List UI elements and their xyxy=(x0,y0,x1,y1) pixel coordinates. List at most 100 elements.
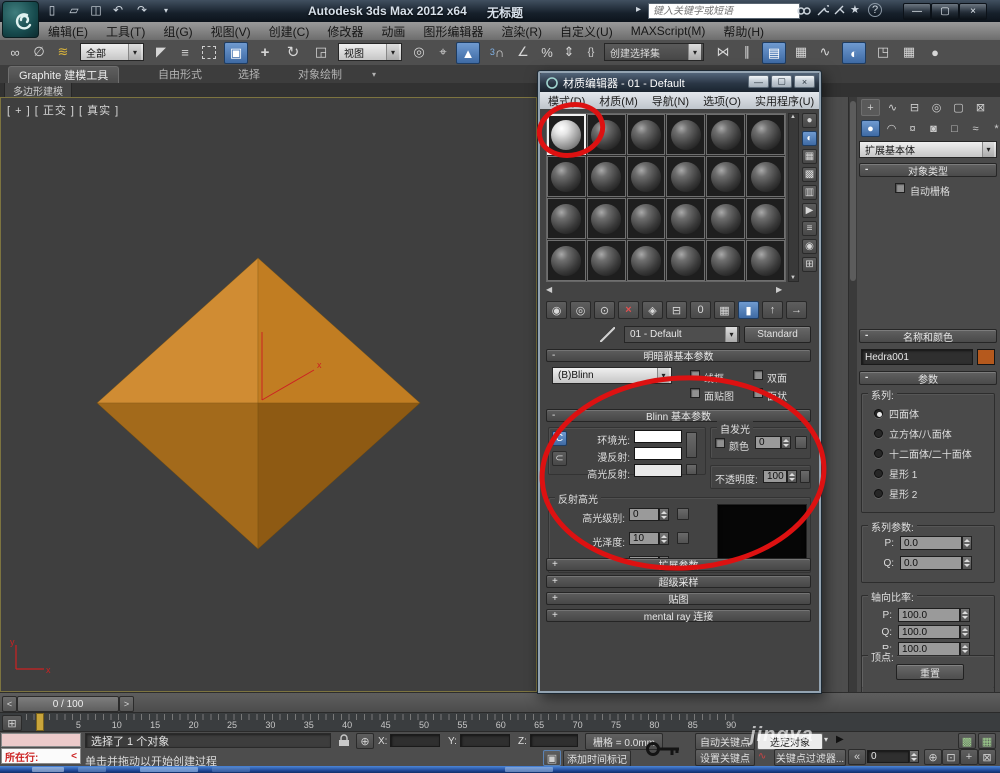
diffuse-color-swatch[interactable] xyxy=(634,447,682,460)
current-frame-marker[interactable] xyxy=(36,713,44,731)
faceted-checkbox[interactable] xyxy=(753,388,763,398)
collapsed-rollout[interactable]: +超级采样 xyxy=(546,575,811,588)
rollout-blinn-basic-params[interactable]: -Blinn 基本参数 xyxy=(546,409,811,422)
material-sample-slot[interactable] xyxy=(587,240,626,281)
select-and-scale-icon[interactable]: ◲ xyxy=(310,42,332,62)
quick-access-caret-icon[interactable]: ▾ xyxy=(156,2,176,18)
track-bar[interactable]: ⊞ 051015202530354045505560657075808590 xyxy=(0,712,1000,732)
lock-diffuse-specular-icon[interactable]: ⊂ xyxy=(552,451,567,466)
radio-button[interactable] xyxy=(874,449,883,458)
material-sample-slot[interactable] xyxy=(627,198,666,239)
rollout-object-type[interactable]: -对象类型 xyxy=(859,163,997,177)
collapsed-rollout[interactable]: +扩展参数 xyxy=(546,558,811,571)
use-pivot-center-icon[interactable]: ◎ xyxy=(408,42,430,62)
get-material-icon[interactable]: ◉ xyxy=(546,301,567,319)
me-close-button[interactable]: × xyxy=(794,75,815,88)
reset-map-icon[interactable]: × xyxy=(618,301,639,319)
axis-q-spinner[interactable] xyxy=(960,625,970,639)
axis-q-field[interactable]: 100.0 xyxy=(898,625,960,639)
menu-views[interactable]: 视图(V) xyxy=(211,23,251,40)
ribbon-tab-graphite[interactable]: Graphite 建模工具 xyxy=(8,66,119,83)
material-sample-slot[interactable] xyxy=(746,156,785,197)
redo-icon[interactable]: ↷ xyxy=(132,2,152,18)
menu-group[interactable]: 组(G) xyxy=(163,23,192,40)
radio-button[interactable] xyxy=(874,489,883,498)
auto-key-button[interactable]: 自动关键点 xyxy=(695,733,755,750)
p-spinner[interactable] xyxy=(962,536,972,550)
primitive-category-dropdown[interactable]: 扩展基本体▾ xyxy=(859,141,997,158)
opacity-map-button[interactable] xyxy=(800,470,810,483)
material-type-button[interactable]: Standard xyxy=(744,326,811,343)
material-sample-slot[interactable] xyxy=(627,240,666,281)
keyboard-override-toggle-icon[interactable]: ▲ xyxy=(456,42,480,64)
options-icon[interactable]: ≡ xyxy=(802,221,817,236)
specular-map-button[interactable] xyxy=(686,464,697,475)
key-filters-button[interactable]: 关键点过滤器... xyxy=(774,749,846,766)
category-geometry-icon[interactable]: ● xyxy=(861,120,880,137)
rollout-name-and-color[interactable]: -名称和颜色 xyxy=(859,329,997,343)
glossiness-field[interactable]: 10 xyxy=(629,532,659,545)
tab-hierarchy-icon[interactable]: ⊟ xyxy=(905,99,924,116)
slots-scroll-left-icon[interactable]: ◀ xyxy=(546,285,552,294)
make-material-copy-icon[interactable]: ◈ xyxy=(642,301,663,319)
specular-level-spinner[interactable] xyxy=(659,508,669,521)
select-and-move-icon[interactable]: + xyxy=(254,42,276,62)
rendered-frame-window-icon[interactable]: ▦ xyxy=(898,42,920,62)
current-frame-field[interactable]: 0 xyxy=(867,750,909,763)
mirror-icon[interactable]: ⋈ xyxy=(712,42,734,62)
ribbon-tab-freeform[interactable]: 自由形式 xyxy=(148,66,212,82)
material-sample-slot[interactable] xyxy=(706,198,745,239)
self-illum-map-button[interactable] xyxy=(795,436,807,449)
menu-edit[interactable]: 编辑(E) xyxy=(48,23,88,40)
backlight-icon[interactable]: ◐ xyxy=(802,131,817,146)
material-sample-slot[interactable] xyxy=(666,198,705,239)
spinner-snap-icon[interactable]: ⇕ xyxy=(558,42,580,62)
layer-manager-icon[interactable]: ▤ xyxy=(762,42,786,64)
video-color-check-icon[interactable]: ▥ xyxy=(802,185,817,200)
me-minimize-button[interactable]: — xyxy=(748,75,769,88)
shader-dropdown[interactable]: (B)Blinn▾ xyxy=(552,367,672,384)
p-value-field[interactable]: 0.0 xyxy=(900,536,962,550)
tab-create-icon[interactable]: + xyxy=(861,99,880,116)
show-end-result-icon[interactable]: ▮ xyxy=(738,301,759,319)
next-frame-button[interactable]: > xyxy=(119,696,134,712)
category-spacewarps-icon[interactable]: ≈ xyxy=(966,120,985,137)
reference-coordinate-dropdown[interactable]: 视图▾ xyxy=(338,43,402,61)
zoom-region-icon[interactable]: ⊡ xyxy=(942,749,960,765)
selected-dropdown-caret-icon[interactable]: ▾ xyxy=(824,735,828,744)
frame-spinner[interactable] xyxy=(909,750,919,763)
zoom-viewport-icon[interactable]: ⊕ xyxy=(924,749,942,765)
windows-taskbar[interactable] xyxy=(0,766,1000,773)
menu-create[interactable]: 创建(C) xyxy=(269,23,310,40)
mat-editor-menu-item[interactable]: 实用程序(U) xyxy=(755,93,814,109)
align-icon[interactable]: ∥ xyxy=(736,42,758,62)
pick-material-eyedropper-icon[interactable] xyxy=(600,327,615,342)
material-sample-slot[interactable] xyxy=(587,198,626,239)
taskbar-app[interactable] xyxy=(140,767,198,772)
axis-p-spinner[interactable] xyxy=(960,608,970,622)
help-icon[interactable]: ? xyxy=(868,3,882,17)
green-cube-b-icon[interactable]: ▦ xyxy=(978,733,996,749)
menu-graph-editors[interactable]: 图形编辑器 xyxy=(423,23,483,40)
go-forward-to-sibling-icon[interactable]: → xyxy=(786,301,807,319)
sample-type-icon[interactable]: ● xyxy=(802,113,817,128)
material-sample-slot[interactable] xyxy=(706,240,745,281)
category-systems-icon[interactable]: * xyxy=(987,120,1000,137)
tab-modify-icon[interactable]: ∿ xyxy=(883,99,902,116)
taskbar-app[interactable] xyxy=(505,767,553,772)
material-sample-slot[interactable] xyxy=(547,240,586,281)
mat-editor-menu-item[interactable]: 选项(O) xyxy=(703,93,741,109)
sample-uv-tiling-icon[interactable]: ▩ xyxy=(802,167,817,182)
orbit-maximize-icon[interactable]: ⊠ xyxy=(978,749,996,765)
radio-button[interactable] xyxy=(874,469,883,478)
material-sample-slot[interactable] xyxy=(547,156,586,197)
axis-p-field[interactable]: 100.0 xyxy=(898,608,960,622)
selection-filter-dropdown[interactable]: 全部▾ xyxy=(80,43,144,61)
go-to-parent-icon[interactable]: ↑ xyxy=(762,301,783,319)
snaps-toggle-icon[interactable]: 3∩ xyxy=(484,42,510,62)
series-radio-row[interactable]: 星形 1 xyxy=(874,466,972,481)
lock-ambient-diffuse-icon[interactable]: C xyxy=(552,431,567,446)
binoculars-icon[interactable] xyxy=(797,4,811,17)
hedra-object[interactable]: x xyxy=(78,240,424,560)
viewport-label[interactable]: [ + ] [ 正交 ] [ 真实 ] xyxy=(7,102,119,118)
